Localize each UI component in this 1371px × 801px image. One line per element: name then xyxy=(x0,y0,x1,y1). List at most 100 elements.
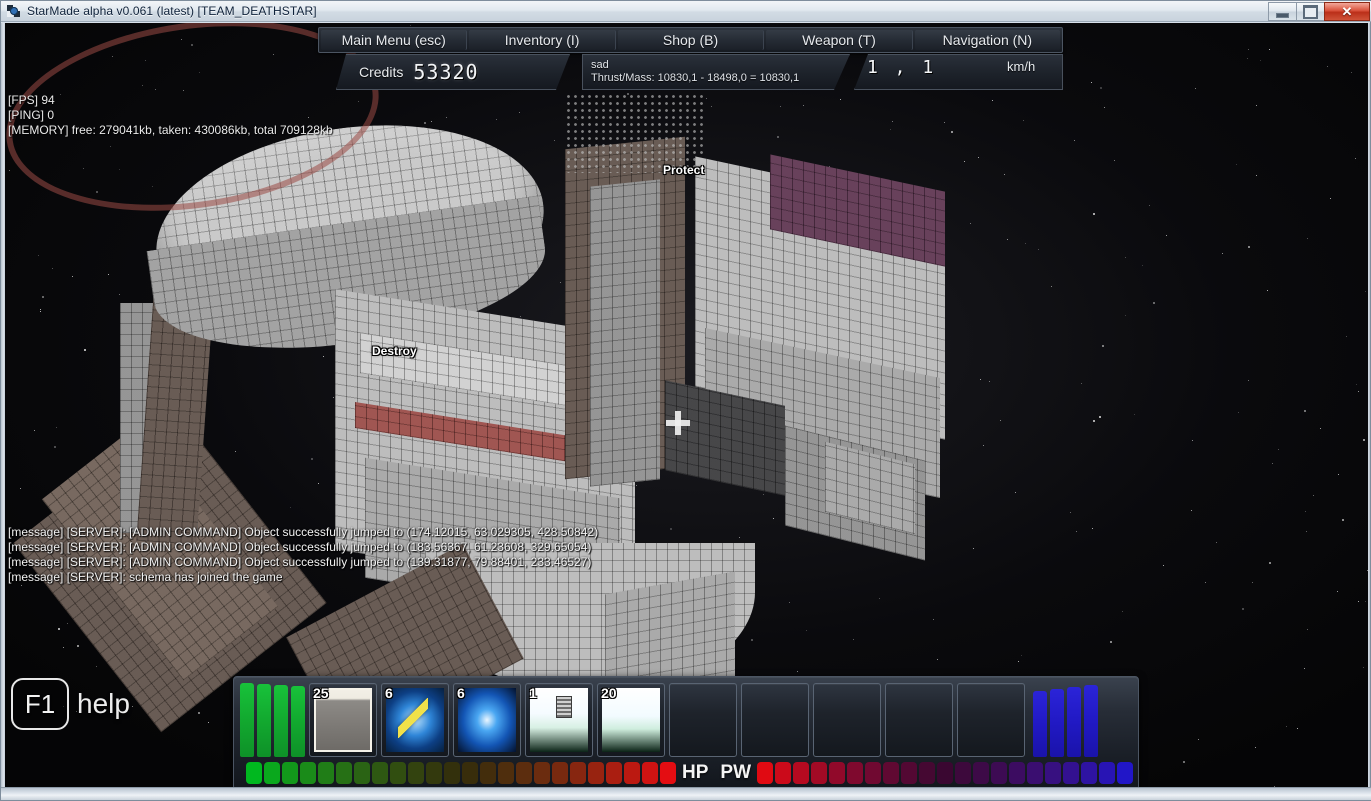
item-icon xyxy=(530,688,588,752)
hp-segment xyxy=(480,762,496,784)
credits-label: Credits xyxy=(359,64,404,80)
power-bar-segment xyxy=(1067,687,1081,757)
power-bar-segment xyxy=(1033,691,1047,757)
pw-segment xyxy=(991,762,1008,784)
item-count: 6 xyxy=(457,685,465,701)
speed-value: 1 , 1 xyxy=(867,57,937,78)
shield-bar-segment xyxy=(257,684,271,757)
pw-segment xyxy=(1081,762,1098,784)
hp-segment xyxy=(300,762,316,784)
hp-segment xyxy=(444,762,460,784)
hotbar-slot-power-block[interactable]: 6 xyxy=(381,683,449,757)
pw-segment xyxy=(1063,762,1080,784)
pw-segment xyxy=(865,762,882,784)
pw-segment xyxy=(919,762,936,784)
hp-segment xyxy=(570,762,586,784)
hp-segment xyxy=(606,762,622,784)
help-hint[interactable]: F1 help xyxy=(11,678,130,730)
hotbar-meter-row: HP PW xyxy=(234,759,1138,787)
hotbar-slot-capacitor-block[interactable]: 20 xyxy=(597,683,665,757)
pw-meter xyxy=(757,762,1134,784)
hotbar-slot-empty-8[interactable] xyxy=(813,683,881,757)
chat-line: [message] [SERVER]: schema has joined th… xyxy=(8,570,283,584)
hotbar-slot-empty-10[interactable] xyxy=(957,683,1025,757)
close-icon: ✕ xyxy=(1341,4,1353,19)
starmade-app-icon xyxy=(6,4,22,18)
close-button[interactable]: ✕ xyxy=(1324,2,1370,21)
pw-segment xyxy=(1027,762,1044,784)
hp-segment xyxy=(318,762,334,784)
hp-segment xyxy=(624,762,640,784)
pw-segment xyxy=(793,762,810,784)
crosshair-icon xyxy=(666,411,690,435)
pw-segment xyxy=(955,762,972,784)
debug-memory: [MEMORY] free: 279041kb, taken: 430086kb… xyxy=(8,123,333,137)
credits-value: 53320 xyxy=(413,60,479,84)
pw-segment xyxy=(901,762,918,784)
menu-item-inventory[interactable]: Inventory (I) xyxy=(469,30,616,50)
shield-indicator xyxy=(240,683,305,757)
pw-segment xyxy=(883,762,900,784)
hotbar-slot-empty-9[interactable] xyxy=(885,683,953,757)
pw-segment xyxy=(1009,762,1026,784)
ship-status-panel: sad Thrust/Mass: 10830,1 - 18498,0 = 108… xyxy=(582,54,850,90)
menu-item-main-menu[interactable]: Main Menu (esc) xyxy=(321,30,468,50)
pw-segment xyxy=(1045,762,1062,784)
hotbar-slots: 25 6 6 1 20 xyxy=(305,683,1025,757)
credits-panel: Credits 53320 xyxy=(336,54,570,90)
hotbar-slot-row: 25 6 6 1 20 xyxy=(234,677,1138,759)
pw-segment xyxy=(847,762,864,784)
power-bar-segment xyxy=(1084,685,1098,757)
maximize-button[interactable] xyxy=(1296,2,1325,21)
hp-segment xyxy=(588,762,604,784)
hp-segment xyxy=(516,762,532,784)
f1-key-badge[interactable]: F1 xyxy=(11,678,69,730)
hp-segment xyxy=(408,762,424,784)
hp-segment xyxy=(534,762,550,784)
pw-segment xyxy=(1099,762,1116,784)
window-controls: ✕ xyxy=(1268,2,1370,21)
chat-line: [message] [SERVER]: [ADMIN COMMAND] Obje… xyxy=(8,525,599,539)
hp-segment xyxy=(282,762,298,784)
ship-name: sad xyxy=(591,59,609,71)
hotbar[interactable]: 25 6 6 1 20 HP PW xyxy=(233,676,1139,787)
hotbar-slot-empty-7[interactable] xyxy=(741,683,809,757)
hp-segment xyxy=(462,762,478,784)
hp-segment xyxy=(552,762,568,784)
item-count: 20 xyxy=(601,685,617,701)
hotbar-slot-empty-6[interactable] xyxy=(669,683,737,757)
game-viewport[interactable]: Protect Destroy [FPS] 94 [PING] 0 [MEMOR… xyxy=(5,23,1368,787)
hp-segment xyxy=(264,762,280,784)
waypoint-marker-protect[interactable]: Protect xyxy=(663,163,704,177)
hotbar-slot-computer-block[interactable]: 1 xyxy=(525,683,593,757)
speed-unit: km/h xyxy=(1007,59,1036,74)
window-title: StarMade alpha v0.061 (latest) [TEAM_DEA… xyxy=(27,4,317,18)
speed-panel: 1 , 1 km/h xyxy=(854,54,1063,90)
item-icon xyxy=(458,688,516,752)
pw-segment xyxy=(829,762,846,784)
item-count: 6 xyxy=(385,685,393,701)
hotbar-slot-thruster-block[interactable]: 6 xyxy=(453,683,521,757)
minimize-button[interactable] xyxy=(1268,2,1297,21)
top-hud: Main Menu (esc) Inventory (I) Shop (B) W… xyxy=(318,27,1063,109)
menu-item-shop[interactable]: Shop (B) xyxy=(617,30,765,50)
ship-thrust-mass: Thrust/Mass: 10830,1 - 18498,0 = 10830,1 xyxy=(591,72,800,84)
power-indicator xyxy=(1033,683,1098,757)
hp-segment xyxy=(426,762,442,784)
hotbar-slot-hull-block[interactable]: 25 xyxy=(309,683,377,757)
power-bar-segment xyxy=(1050,689,1064,757)
hp-segment xyxy=(372,762,388,784)
menu-item-navigation[interactable]: Navigation (N) xyxy=(914,30,1061,50)
shield-bar-segment xyxy=(291,686,305,757)
debug-ping: [PING] 0 xyxy=(8,108,55,122)
shield-bar-segment xyxy=(274,685,288,757)
menu-item-weapon[interactable]: Weapon (T) xyxy=(766,30,913,50)
debug-fps: [FPS] 94 xyxy=(8,93,55,107)
waypoint-marker-destroy[interactable]: Destroy xyxy=(372,344,417,358)
pw-segment xyxy=(775,762,792,784)
hud-info-bar: Credits 53320 sad Thrust/Mass: 10830,1 -… xyxy=(318,54,1063,90)
hp-label: HP xyxy=(682,762,709,783)
window-titlebar[interactable]: StarMade alpha v0.061 (latest) [TEAM_DEA… xyxy=(1,1,1371,22)
application-window: StarMade alpha v0.061 (latest) [TEAM_DEA… xyxy=(0,0,1371,801)
hp-segment xyxy=(390,762,406,784)
